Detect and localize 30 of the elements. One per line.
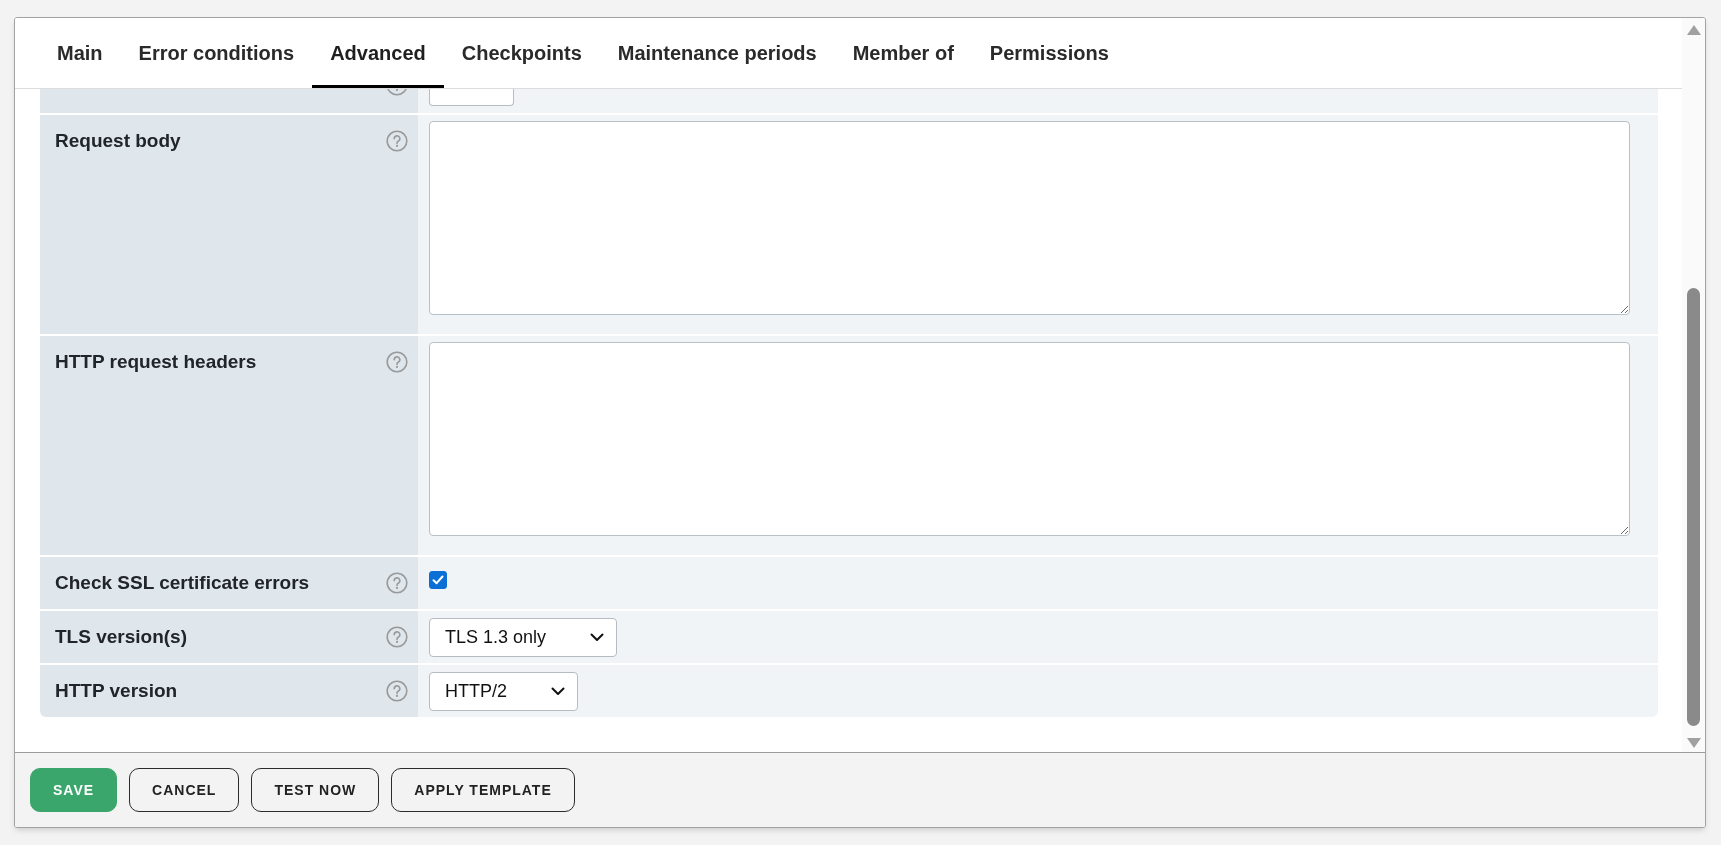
scrollbar-thumb[interactable]	[1687, 288, 1700, 726]
scroll-up-icon[interactable]	[1686, 25, 1701, 35]
field-label: TLS version(s)	[55, 625, 187, 649]
help-icon[interactable]	[386, 89, 408, 96]
scroll-down-icon[interactable]	[1686, 738, 1701, 748]
checkmark-icon	[432, 574, 444, 586]
button[interactable]: CANCEL	[129, 768, 240, 812]
chevron-down-icon	[590, 632, 605, 642]
tab[interactable]: Checkpoints	[443, 18, 600, 88]
checkbox[interactable]	[429, 571, 447, 589]
field-label: Check SSL certificate errors	[55, 571, 310, 595]
help-icon[interactable]	[386, 680, 408, 702]
tab[interactable]: Permissions	[971, 18, 1127, 88]
button[interactable]: APPLY TEMPLATE	[391, 768, 575, 812]
help-icon[interactable]	[386, 130, 408, 152]
help-icon[interactable]	[386, 626, 408, 648]
tab[interactable]: Main	[39, 18, 121, 88]
help-icon[interactable]	[386, 572, 408, 594]
field-label: HTTP request headers	[55, 350, 257, 374]
chevron-down-icon	[551, 686, 565, 696]
select-field[interactable]: TLS 1.3 only	[429, 617, 618, 657]
tab[interactable]: Maintenance periods	[599, 18, 835, 88]
field-label: HTTP version	[55, 679, 178, 703]
tab[interactable]: Member of	[834, 18, 972, 88]
help-icon[interactable]	[386, 351, 408, 373]
select-field[interactable]: HTTP/2	[429, 671, 578, 711]
button[interactable]: TEST NOW	[251, 768, 380, 812]
field-label: Request body	[55, 129, 181, 153]
tab[interactable]: Error conditions	[120, 18, 313, 88]
select-field[interactable]	[429, 89, 514, 106]
